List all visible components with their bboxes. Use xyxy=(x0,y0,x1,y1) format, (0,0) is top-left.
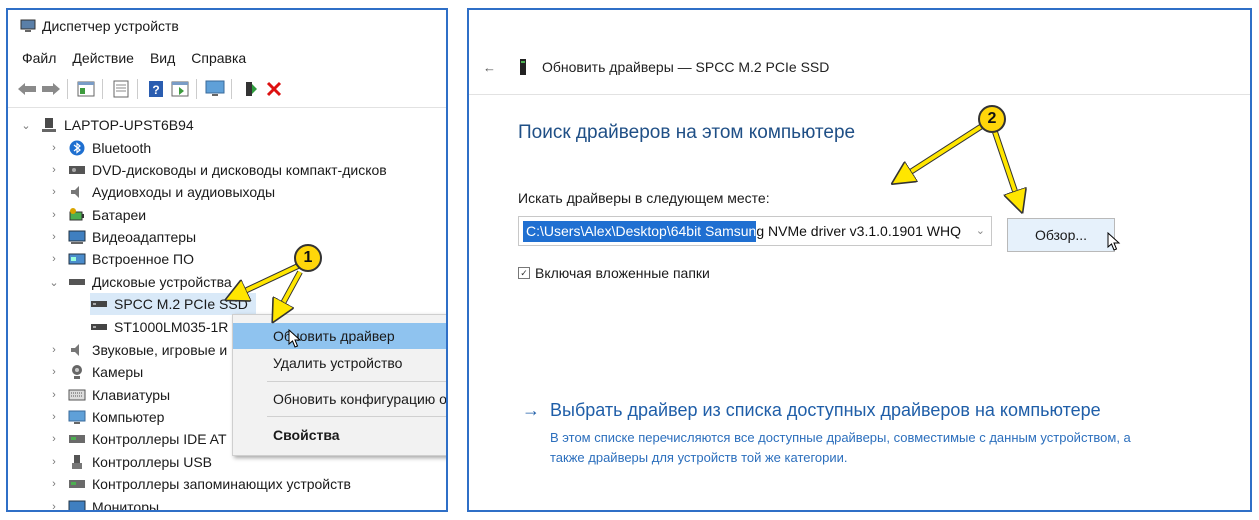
annotation-arrow-2a xyxy=(898,123,984,180)
step-badge-2: 2 xyxy=(978,105,1006,133)
annotation-arrow-1b xyxy=(276,270,303,316)
step-badge-1: 1 xyxy=(294,244,322,272)
annotation-overlay xyxy=(0,123,1259,520)
annotation-arrow-2b xyxy=(992,131,1020,206)
